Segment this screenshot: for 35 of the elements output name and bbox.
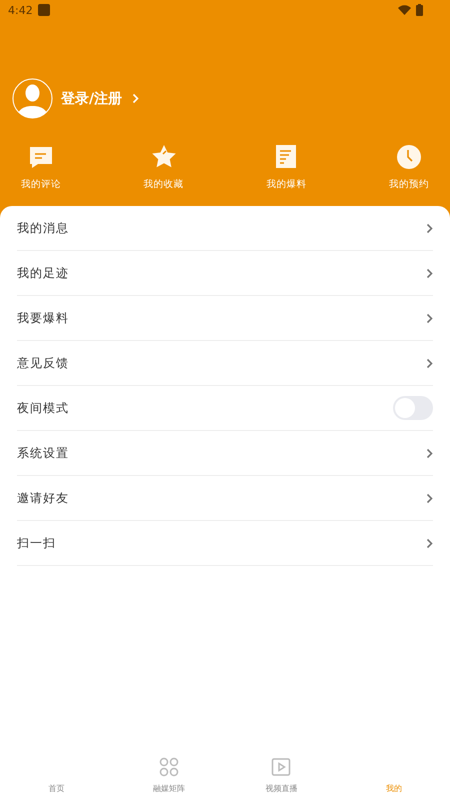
chevron-right-icon (426, 358, 433, 368)
chevron-right-icon (426, 538, 433, 548)
chevron-right-icon (132, 93, 140, 104)
comment-icon (28, 144, 54, 170)
chevron-right-icon (426, 222, 433, 234)
menu-item-label[interactable]: 系统设置 (17, 444, 69, 462)
status-time: 4:42 (8, 4, 33, 16)
avatar-icon[interactable] (12, 78, 53, 119)
chevron-right-icon (426, 312, 433, 324)
chevron-right-icon (426, 448, 433, 458)
tab-bar-item[interactable]: 我的 (338, 744, 450, 800)
star-icon (150, 144, 177, 170)
chevron-right-icon (426, 492, 433, 504)
login-link[interactable]: 登录/注册 (61, 90, 140, 108)
tab-bar-item[interactable]: 视频直播 (225, 744, 338, 800)
chevron-right-icon (426, 268, 433, 278)
wifi-icon (398, 5, 411, 15)
play-icon (271, 757, 292, 777)
menu-item-label[interactable]: 我要爆料 (17, 310, 69, 326)
grid-icon (158, 757, 179, 777)
menu-item-label[interactable]: 我的足迹 (17, 264, 69, 282)
tab-bar-item[interactable]: 融媒矩阵 (112, 744, 225, 800)
shortcut-button[interactable]: 我的预约 (374, 144, 444, 191)
menu-item-label[interactable]: 邀请好友 (17, 490, 69, 506)
battery-icon (416, 4, 423, 16)
tab-bar-item[interactable]: 首页 (0, 744, 112, 800)
menu-item-label[interactable]: 我的消息 (17, 220, 69, 236)
menu-item-label[interactable]: 夜间模式 (17, 400, 69, 416)
menu-item-label[interactable]: 扫一扫 (17, 534, 56, 552)
shortcut-button[interactable]: 我的收藏 (128, 144, 199, 191)
notification-icon (38, 4, 50, 16)
shortcut-button[interactable]: 我的评论 (6, 144, 76, 191)
clock-icon (396, 144, 422, 170)
menu-item-label[interactable]: 意见反馈 (17, 354, 69, 372)
shortcut-button[interactable]: 我的爆料 (251, 144, 322, 191)
